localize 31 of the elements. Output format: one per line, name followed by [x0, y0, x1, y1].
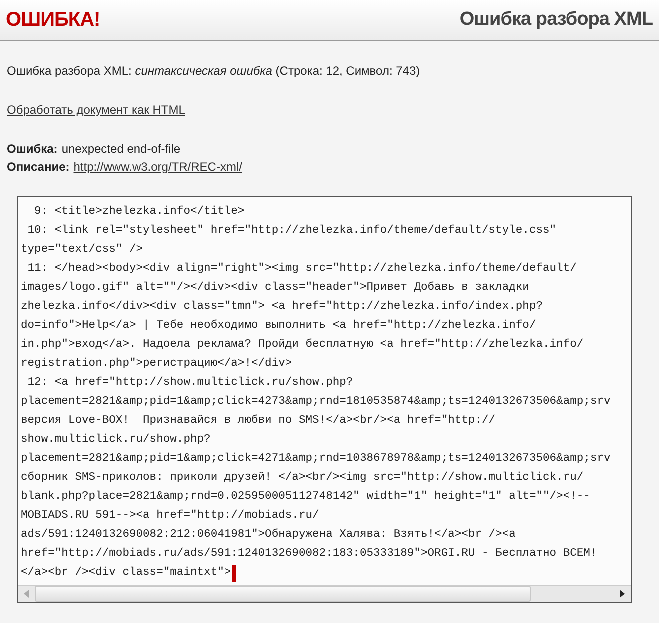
source-line: 10: <link rel="stylesheet" href="http://zhelezka.info/theme/default/style.css" [26, 224, 557, 240]
source-line: placement=2821&amp;pid=1&amp;click=4273&amp;rnd=1810535874&amp;ts=1240132673506&amp;srv [21, 394, 611, 410]
error-title: ОШИБКА! [6, 8, 100, 33]
detail-label: Описание: [7, 159, 70, 176]
source-line: 9: <title>zhelezka.info</title> [34, 204, 245, 220]
source-line: MOBIADS.RU 591--><a href="http://mobiads.ru/ [21, 508, 320, 524]
source-line: 12: <a href="http://show.multiclick.ru/show.php? [26, 376, 354, 392]
detail-value: unexpected end-of-file [62, 141, 181, 158]
source-line: placement=2821&amp;pid=1&amp;click=4271&amp;rnd=1038678978&amp;ts=1240132673506&amp;srv [21, 452, 611, 468]
source-line: ads/591:1240132690082:212:06041981">Обнаружена Халява: Взять!</a><br /><a [21, 528, 516, 544]
source-line: href="http://mobiads.ru/ads/591:1240132690082:183:05333189">ORGI.RU - Бесплатно ВСЕМ! [21, 546, 598, 562]
source-line: zhelezka.info</div><div class="tmn"> <a href="http://zhelezka.info/index.php? [21, 300, 544, 316]
horizontal-scrollbar[interactable] [18, 585, 631, 602]
process-as-html-link[interactable]: Обработать документ как HTML [7, 101, 186, 119]
error-cursor-icon [232, 565, 236, 582]
source-line: сборник SMS-приколов: приколи друзей! </a><br/><img src="http://show.multiclick.ru/ [21, 470, 584, 486]
source-line: registration.php">регистрацию</a>!</div> [21, 356, 292, 372]
source-line: blank.php?place=2821&amp;rnd=0.025950005112748142" width="1" height="1" alt=""/><!-- [21, 490, 590, 506]
source-line: in.php">вход</a>. Надоела реклама? Пройди бесплатную <a href="http://zhelezka.info/ [21, 338, 584, 354]
error-message: Ошибка разбора XML: синтаксическая ошибка (Строка: 12, Символ: 743) [7, 63, 422, 80]
source-line: </a><br /><div class="maintxt"> [21, 566, 232, 582]
source-line: show.multiclick.ru/show.php? [21, 432, 211, 448]
page-heading: Ошибка разбора XML [460, 8, 653, 32]
source-line: do=info">Help</a> | Тебе необходимо выполнить <a href="http://zhelezka.info/ [21, 318, 536, 334]
source-line: images/logo.gif" alt=""/></div><div class="header">Привет Добавь в закладки [21, 280, 530, 296]
spec-link[interactable]: http://www.w3.org/TR/REC-xml/ [74, 158, 242, 176]
source-line: версия Love-BOX! Признавайся в любви по SMS!</a><br/><a href="http:// [21, 414, 496, 430]
scrollbar-thumb[interactable] [35, 586, 531, 602]
source-line: type="text/css" /> [21, 242, 144, 258]
source-line: 11: </head><body><div align="right"><img src="http://zhelezka.info/theme/default/ [26, 262, 577, 278]
detail-label: Ошибка: [7, 141, 58, 158]
